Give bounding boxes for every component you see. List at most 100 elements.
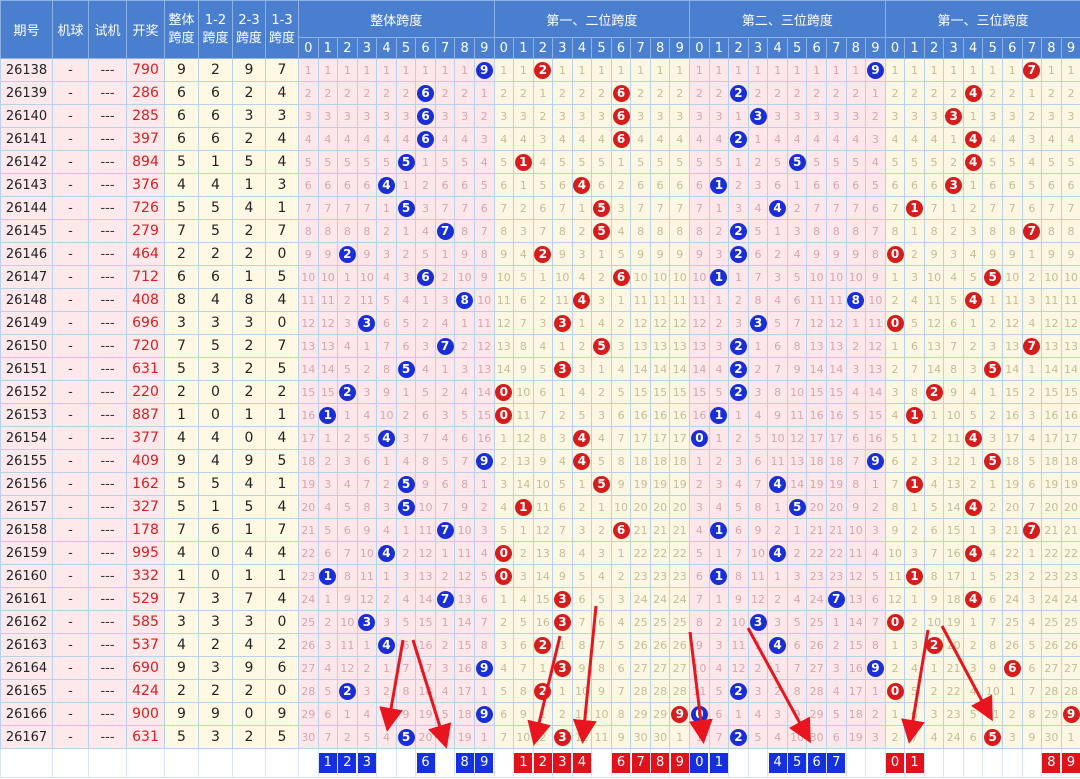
col-header-span-all[interactable]: 整体跨度 [164, 0, 199, 59]
selected-digit[interactable]: 4 [571, 748, 593, 778]
table-row[interactable]: 26140- --- 285 6 6 3 3 3 3 3 3 3 3 6 3 3 2 3 3 2 3 3 3 6 3 3 3 3 3 1 3… [0, 104, 1080, 128]
unselected-digit[interactable] [434, 748, 456, 778]
table-row[interactable]: 26153- --- 887 1 0 1 1 16 1 1 4 10 2 6 3 5 15 0 11 7 2 5 3 6 16 1… [0, 403, 1080, 427]
unselected-digit[interactable] [1002, 748, 1023, 778]
selected-digit[interactable]: 3 [552, 748, 573, 778]
selected-digit-box[interactable]: 1 [710, 753, 728, 773]
selected-digit-box[interactable]: 7 [631, 753, 650, 773]
selected-digit[interactable]: 1 [513, 748, 534, 778]
selected-digit[interactable]: 2 [337, 748, 358, 778]
table-row[interactable]: 26139- --- 286 6 6 2 4 2 2 2 2 2 2 6 2 2 1 2 2 1 2 2 2 6 2 2 2 2 2 2 2… [0, 81, 1080, 105]
unselected-digit[interactable] [493, 748, 515, 778]
selected-digit[interactable]: 8 [649, 748, 671, 778]
selected-digit[interactable]: 9 [1060, 748, 1080, 778]
selected-digit-box[interactable]: 3 [358, 753, 376, 773]
selected-digit[interactable]: 6 [610, 748, 632, 778]
col-header-span-13[interactable]: 1-3跨度 [265, 0, 299, 59]
selected-digit[interactable]: 0 [689, 748, 710, 778]
col-header-span-12[interactable]: 1-2跨度 [198, 0, 233, 59]
unselected-digit[interactable] [943, 748, 964, 778]
selected-digit[interactable]: 3 [356, 748, 378, 778]
selected-digit-box[interactable]: 0 [886, 753, 904, 773]
unselected-digit[interactable] [376, 748, 397, 778]
selected-digit-box[interactable]: 8 [651, 753, 669, 773]
table-row[interactable]: 26145- --- 279 7 5 2 7 8 8 8 8 2 1 4 7 8 7 8 3 7 8 2 5 4 8 8 8 8 2 2 5… [0, 219, 1080, 243]
table-row[interactable]: 26149- --- 696 3 3 3 0 12 12 3 3 6 5 2 4 1 11 12 7 3 3 1 4 2 12 1… [0, 311, 1080, 335]
selected-digit[interactable]: 1 [317, 748, 339, 778]
unselected-digit[interactable] [982, 748, 1004, 778]
table-row[interactable]: 26163- --- 537 4 2 4 2 26 3 11 1 4 6 16 2 15 8 3 6 2 1 8 7 5 26 2… [0, 633, 1080, 657]
table-row[interactable]: 26148- --- 408 8 4 8 4 11 11 2 11 5 4 1 3 8 10 11 6 2 11 4 3 1 1… [0, 288, 1080, 312]
selected-digit[interactable]: 7 [825, 748, 847, 778]
table-row[interactable]: 26143- --- 376 4 4 1 3 6 6 6 6 4 1 2 6 6 5 6 1 5 6 4 6 2 6 6 6 6 1 2 3… [0, 173, 1080, 197]
unselected-digit[interactable] [591, 748, 612, 778]
table-row[interactable]: 26144- --- 726 5 5 4 1 7 7 7 7 1 5 3 7 7 6 7 2 6 7 1 5 3 7 7 7 7 1 3 4… [0, 196, 1080, 220]
selected-digit[interactable]: 8 [1041, 748, 1062, 778]
selected-digit-box[interactable]: 8 [455, 753, 474, 773]
selected-digit[interactable]: 9 [669, 748, 691, 778]
col-header-span-23[interactable]: 2-3跨度 [232, 0, 266, 59]
selected-digit-box[interactable]: 9 [670, 753, 689, 773]
selected-digit-box[interactable]: 6 [416, 753, 435, 773]
selected-digit-box[interactable]: 2 [338, 753, 357, 773]
selected-digit-box[interactable]: 3 [553, 753, 572, 773]
unselected-digit[interactable] [728, 748, 749, 778]
table-row[interactable]: 26166- --- 900 9 9 0 9 29 6 1 4 3 9 19 5 18 9 6 9 1 2 11 10 8 29… [0, 702, 1080, 726]
col-header-trial[interactable]: 试机 [88, 0, 127, 59]
table-row[interactable]: 26165- --- 424 2 2 2 0 28 5 2 3 2 8 18 4 17 1 5 8 2 1 10 9 7 28 2… [0, 679, 1080, 703]
selected-digit[interactable]: 8 [454, 748, 475, 778]
table-row[interactable]: 26156- --- 162 5 5 4 1 19 3 4 7 2 5 9 6 8 1 3 14 10 5 1 5 9 19 19… [0, 472, 1080, 496]
selected-digit-box[interactable]: 9 [475, 753, 494, 773]
unselected-digit[interactable] [395, 748, 417, 778]
selected-digit[interactable]: 1 [904, 748, 925, 778]
selected-digit[interactable]: 5 [786, 748, 808, 778]
selected-digit-box[interactable]: 2 [534, 753, 552, 773]
selected-digit-box[interactable]: 8 [1042, 753, 1061, 773]
unselected-digit[interactable] [845, 748, 867, 778]
selected-digit-box[interactable]: 7 [827, 753, 846, 773]
table-row[interactable]: 26142- --- 894 5 1 5 4 5 5 5 5 5 5 1 5 5 4 5 1 4 5 5 5 1 5 5 5 5 5 1 2… [0, 150, 1080, 174]
table-row[interactable]: 26158- --- 178 7 6 1 7 21 5 6 9 4 1 11 7 10 3 5 1 12 7 3 2 6 21 2… [0, 518, 1080, 542]
table-row[interactable]: 26164- --- 690 9 3 9 6 27 4 12 2 1 7 17 3 16 9 4 7 1 3 9 8 6 27 2… [0, 656, 1080, 680]
selected-digit-box[interactable]: 1 [514, 753, 533, 773]
selected-digit-box[interactable]: 4 [768, 753, 787, 773]
table-row[interactable]: 26155- --- 409 9 4 9 5 18 2 3 6 1 4 8 5 7 9 2 13 9 4 4 5 8 18 18 1… [0, 449, 1080, 473]
selected-digit-box[interactable]: 6 [807, 753, 826, 773]
col-header-period[interactable]: 期号 [0, 0, 53, 59]
selected-digit[interactable]: 2 [532, 748, 554, 778]
selected-digit[interactable]: 6 [415, 748, 436, 778]
table-row[interactable]: 26154- --- 377 4 4 0 4 17 1 2 5 4 3 7 4 6 16 1 12 8 3 4 4 7 17 17… [0, 426, 1080, 450]
selected-digit[interactable]: 7 [630, 748, 651, 778]
selected-digit-box[interactable]: 5 [788, 753, 806, 773]
table-row[interactable]: 26161- --- 529 7 3 7 4 24 1 9 12 2 4 14 7 13 6 1 4 15 3 6 5 3 24… [0, 587, 1080, 611]
selected-digit[interactable]: 6 [806, 748, 827, 778]
unselected-digit[interactable] [962, 748, 984, 778]
selected-digit[interactable]: 4 [767, 748, 788, 778]
selected-digit[interactable]: 0 [884, 748, 906, 778]
unselected-digit[interactable] [923, 748, 945, 778]
selected-digit[interactable]: 9 [473, 748, 495, 778]
table-row[interactable]: 26157- --- 327 5 1 5 4 20 4 5 8 3 5 10 7 9 2 4 1 11 6 2 1 10 20 2… [0, 495, 1080, 519]
unselected-digit[interactable] [747, 748, 769, 778]
selected-digit-box[interactable]: 1 [319, 753, 337, 773]
table-row[interactable]: 26162- --- 585 3 3 3 0 25 2 10 3 3 5 15 1 14 7 2 5 16 3 7 6 4 25… [0, 610, 1080, 634]
table-row[interactable]: 26167- --- 631 5 3 2 5 30 7 2 5 4 5 20 6 19 1 7 10 2 3 12 11 9 3… [0, 725, 1080, 749]
unselected-digit[interactable] [865, 748, 886, 778]
col-header-draw[interactable]: 开奖 [126, 0, 165, 59]
table-row[interactable]: 26138- --- 790 9 2 9 7 1 1 1 1 1 1 1 1 1 9 1 1 2 1 1 1 1 1 1 1 1 1 1 1… [0, 58, 1080, 82]
table-row[interactable]: 26150- --- 720 7 5 2 7 13 13 4 1 7 6 3 7 2 12 13 8 4 1 2 5 3 13 1… [0, 334, 1080, 358]
selected-digit-box[interactable]: 1 [905, 753, 924, 773]
selected-digit-box[interactable]: 6 [612, 753, 630, 773]
unselected-digit[interactable] [298, 748, 319, 778]
col-header-machine-ball[interactable]: 机球 [52, 0, 89, 59]
selected-digit-box[interactable]: 9 [1062, 753, 1080, 773]
selected-digit[interactable]: 1 [708, 748, 730, 778]
table-row[interactable]: 26151- --- 631 5 3 2 5 14 14 5 2 8 5 4 1 3 13 14 9 5 3 3 1 4 14 1… [0, 357, 1080, 381]
table-row[interactable]: 26141- --- 397 6 6 2 4 4 4 4 4 4 4 6 4 4 3 4 4 3 4 4 4 6 4 4 4 4 4 2 1… [0, 127, 1080, 151]
table-row[interactable]: 26147- --- 712 6 6 1 5 10 10 1 10 4 3 6 2 10 9 10 5 1 10 4 2 6 1… [0, 265, 1080, 289]
selected-digit-box[interactable]: 0 [690, 753, 709, 773]
selected-digit-box[interactable]: 4 [573, 753, 591, 773]
table-row[interactable]: 26146- --- 464 2 2 2 0 9 9 2 9 3 2 5 1 9 8 9 4 2 9 3 1 5 9 9 9 9 3 2 6… [0, 242, 1080, 266]
unselected-digit[interactable] [1021, 748, 1043, 778]
table-row[interactable]: 26152- --- 220 2 0 2 2 15 15 2 3 9 1 5 2 4 14 0 10 6 1 4 2 5 15 1… [0, 380, 1080, 404]
